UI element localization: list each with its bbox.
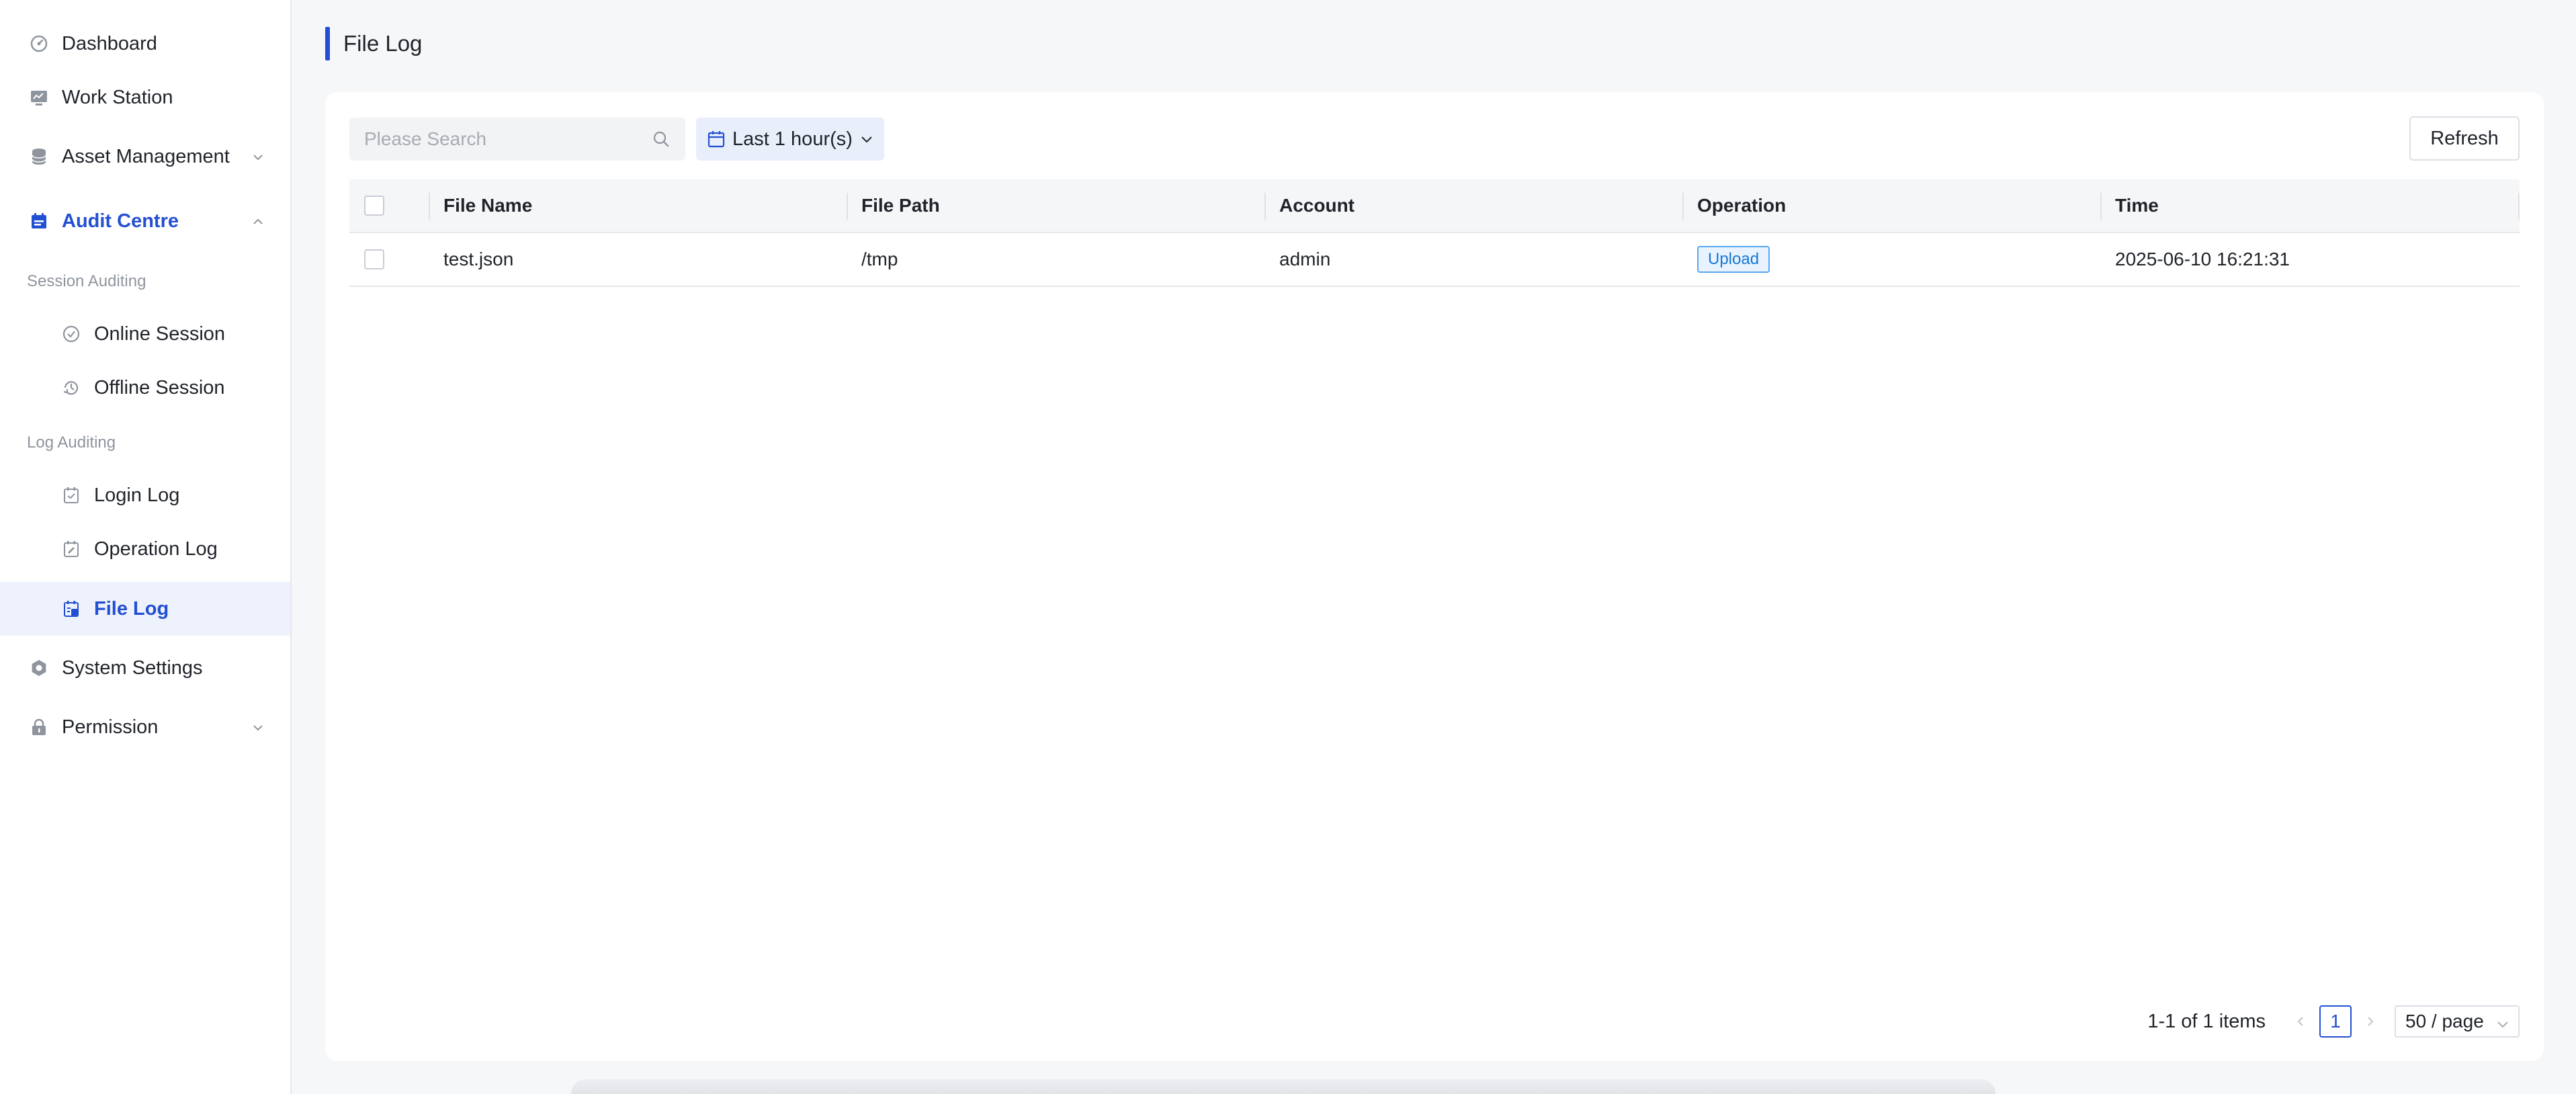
database-icon: [30, 147, 48, 166]
column-header-operation[interactable]: Operation: [1697, 179, 1786, 232]
sidebar-item-permission[interactable]: Permission: [0, 700, 290, 754]
bottom-scroll-shadow: [571, 1079, 1995, 1094]
file-log-table: File Name File Path Account Operation Ti…: [349, 179, 2520, 287]
chevron-left-icon[interactable]: [2292, 1013, 2309, 1029]
chevron-right-icon[interactable]: [2362, 1013, 2378, 1029]
sidebar-item-label: Online Session: [94, 323, 226, 345]
calendar-icon: [707, 130, 726, 149]
content-card: Last 1 hour(s) Refresh File Name File Pa…: [325, 92, 2544, 1061]
sidebar-item-label: File Log: [94, 597, 169, 620]
row-checkbox[interactable]: [364, 249, 384, 269]
lock-icon: [30, 718, 48, 737]
column-header-time[interactable]: Time: [2115, 179, 2159, 232]
time-range-select[interactable]: Last 1 hour(s): [696, 118, 884, 161]
refresh-button[interactable]: Refresh: [2409, 116, 2520, 161]
sidebar-item-offline-session[interactable]: Offline Session: [0, 361, 290, 415]
cell-account: admin: [1279, 249, 1331, 269]
search-icon[interactable]: [652, 130, 671, 149]
select-all-cell: [364, 179, 384, 232]
sidebar-item-audit-centre[interactable]: Audit Centre: [0, 194, 290, 248]
sidebar-item-label: Asset Management: [62, 145, 230, 167]
title-accent-bar: [325, 27, 330, 60]
operation-log-icon: [62, 540, 81, 558]
chevron-up-icon: [250, 213, 266, 229]
sidebar-item-label: Audit Centre: [62, 210, 179, 232]
sidebar-item-operation-log[interactable]: Operation Log: [0, 522, 290, 576]
section-label-log-auditing: Log Auditing: [27, 433, 116, 452]
search-box: [349, 118, 685, 161]
chevron-down-icon: [250, 149, 266, 165]
page-size-value: 50 / page: [2405, 1011, 2484, 1032]
section-label-session-auditing: Session Auditing: [27, 272, 146, 290]
column-divider: [2518, 193, 2520, 220]
column-divider: [847, 193, 848, 220]
search-input[interactable]: [364, 128, 646, 150]
operation-tag: Upload: [1697, 246, 1770, 273]
file-log-icon: [62, 599, 81, 618]
sidebar-item-label: Permission: [62, 716, 159, 738]
sidebar-item-login-log[interactable]: Login Log: [0, 468, 290, 522]
online-session-icon: [62, 325, 81, 343]
table-header: File Name File Path Account Operation Ti…: [349, 179, 2520, 233]
offline-session-icon: [62, 378, 81, 397]
column-divider: [1264, 193, 1266, 220]
sidebar-item-label: Work Station: [62, 86, 173, 108]
sidebar-item-work-station[interactable]: Work Station: [0, 71, 290, 124]
sidebar-item-online-session[interactable]: Online Session: [0, 307, 290, 361]
sidebar-item-dashboard[interactable]: Dashboard: [0, 17, 290, 71]
workstation-icon: [30, 88, 48, 107]
login-log-icon: [62, 486, 81, 505]
chevron-down-icon: [2495, 1015, 2510, 1029]
column-header-file-path[interactable]: File Path: [861, 179, 940, 232]
column-divider: [429, 193, 430, 220]
page-size-select[interactable]: 50 / page: [2395, 1005, 2520, 1038]
column-header-file-name[interactable]: File Name: [443, 179, 532, 232]
page-title: File Log: [343, 31, 423, 56]
cell-file-name: test.json: [443, 249, 514, 269]
cell-time: 2025-06-10 16:21:31: [2115, 249, 2290, 269]
table-row[interactable]: test.json /tmp admin Upload 2025-06-10 1…: [349, 233, 2520, 287]
page-header: File Log: [325, 27, 422, 60]
time-range-value: Last 1 hour(s): [732, 128, 853, 150]
sidebar-item-file-log[interactable]: File Log: [0, 582, 290, 636]
gear-icon: [30, 659, 48, 677]
sidebar-item-label: Login Log: [94, 484, 180, 506]
column-header-account[interactable]: Account: [1279, 179, 1355, 232]
cell-file-path: /tmp: [861, 249, 898, 269]
chevron-down-icon: [859, 132, 874, 146]
dashboard-icon: [30, 34, 48, 53]
sidebar-item-label: Offline Session: [94, 376, 225, 398]
audit-icon: [30, 212, 48, 230]
chevron-down-icon: [250, 719, 266, 735]
row-select-cell: [364, 233, 384, 286]
sidebar-item-label: Operation Log: [94, 538, 218, 560]
sidebar-item-label: Dashboard: [62, 32, 157, 54]
sidebar-item-system-settings[interactable]: System Settings: [0, 641, 290, 695]
sidebar: Dashboard Work Station Asset Management …: [0, 0, 292, 1094]
pagination-total: 1-1 of 1 items: [2147, 1010, 2266, 1032]
page-number-current[interactable]: 1: [2319, 1005, 2352, 1038]
column-divider: [1682, 193, 1684, 220]
sidebar-item-asset-management[interactable]: Asset Management: [0, 130, 290, 183]
sidebar-item-label: System Settings: [62, 657, 203, 679]
pagination: 1-1 of 1 items 1 50 / page: [2147, 1005, 2520, 1038]
column-divider: [2100, 193, 2102, 220]
cell-operation: Upload: [1697, 233, 1770, 286]
select-all-checkbox[interactable]: [364, 196, 384, 216]
